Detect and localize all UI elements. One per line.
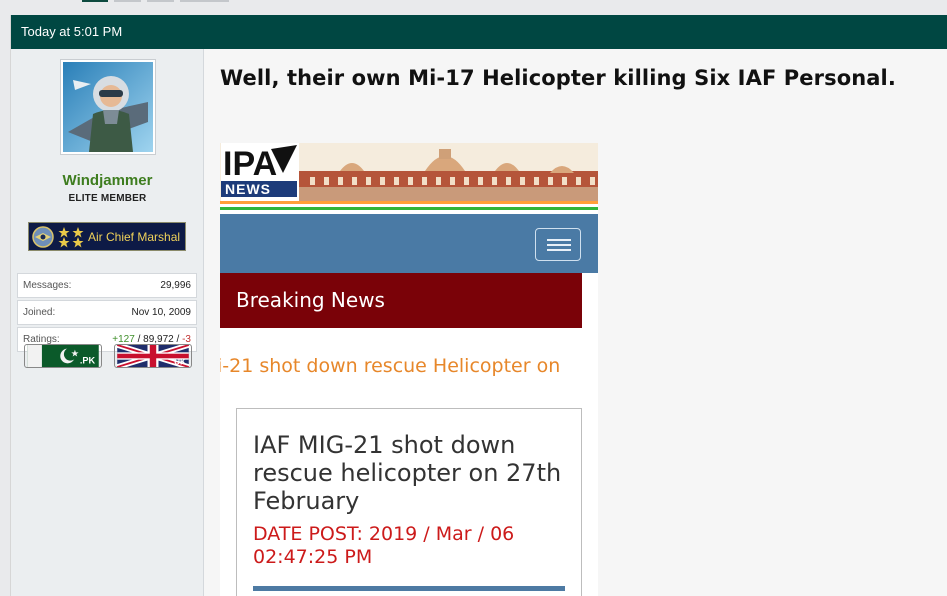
tab-indicator-active[interactable] xyxy=(82,0,108,2)
logo-top-text: IPA xyxy=(223,145,277,183)
post-timestamp[interactable]: Today at 5:01 PM xyxy=(21,24,122,39)
stat-joined: Joined: Nov 10, 2009 xyxy=(17,300,197,325)
menu-hamburger-icon xyxy=(535,228,581,261)
flag-uk: .UK xyxy=(114,344,192,368)
messages-label: Messages: xyxy=(23,280,72,291)
uk-flag-icon: .UK xyxy=(116,345,190,367)
ipa-news-logo-icon: IPA NEWS xyxy=(221,143,299,201)
breaking-news-bar: Breaking News xyxy=(220,273,582,328)
flag-label-pk: .PK xyxy=(80,355,96,365)
tab-indicator[interactable] xyxy=(180,0,229,2)
rank-banner: Air Chief Marshal xyxy=(28,222,186,251)
air-force-emblem-icon xyxy=(32,225,54,248)
news-headline: IAF MIG-21 shot down rescue helicopter o… xyxy=(253,431,562,515)
card-divider xyxy=(253,586,565,591)
user-sidebar: Windjammer ELITE MEMBER Air Chief Marsha… xyxy=(11,49,204,596)
news-banner: IPA NEWS xyxy=(220,143,598,201)
rank-stars-icon xyxy=(58,226,84,247)
logo-bottom-text: NEWS xyxy=(225,181,271,197)
username[interactable]: Windjammer xyxy=(11,172,204,189)
flag-label-uk: .UK xyxy=(172,357,186,366)
forum-post: Today at 5:01 PM Windjammer ELITE MEMBER… xyxy=(10,15,947,596)
pakistan-flag-icon: .PK xyxy=(27,345,99,367)
post-content: Well, their own Mi-17 Helicopter killing… xyxy=(205,49,947,596)
rank-label: Air Chief Marshal xyxy=(88,229,181,244)
tricolor-divider xyxy=(220,201,598,214)
pilot-avatar-icon xyxy=(63,62,153,152)
post-title: Well, their own Mi-17 Helicopter killing… xyxy=(220,66,896,90)
news-ticker: i-21 shot down rescue Helicopter on xyxy=(220,355,561,377)
news-date: DATE POST: 2019 / Mar / 06 02:47:25 PM xyxy=(253,523,515,568)
messages-value[interactable]: 29,996 xyxy=(160,280,191,291)
news-card: IAF MIG-21 shot down rescue helicopter o… xyxy=(236,408,582,596)
tab-indicator[interactable] xyxy=(147,0,174,2)
news-nav-bar xyxy=(220,214,598,273)
avatar[interactable] xyxy=(60,59,156,155)
tab-indicator[interactable] xyxy=(114,0,141,2)
user-title: ELITE MEMBER xyxy=(68,193,147,204)
joined-value: Nov 10, 2009 xyxy=(131,307,192,318)
joined-label: Joined: xyxy=(23,307,56,318)
top-pagination-tabs xyxy=(0,0,947,15)
embedded-news-image[interactable]: IPA NEWS Breaking News i-21 shot down re… xyxy=(220,143,598,596)
stat-messages: Messages: 29,996 xyxy=(17,273,197,298)
post-header: Today at 5:01 PM xyxy=(11,15,947,49)
flag-pakistan: .PK xyxy=(24,344,102,368)
